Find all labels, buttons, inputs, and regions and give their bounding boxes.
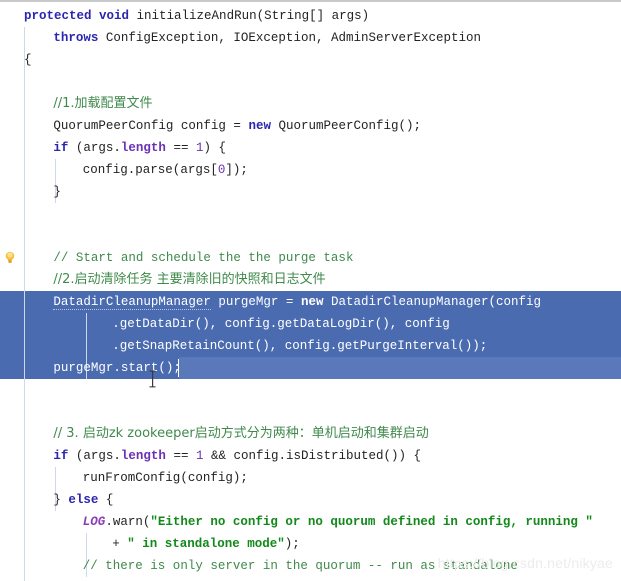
- code-token: .warn(: [105, 515, 151, 529]
- code-line[interactable]: throws ConfigException, IOException, Adm…: [0, 27, 621, 49]
- code-token: ConfigException, IOException, AdminServe…: [98, 31, 481, 45]
- code-line-text: protected void initializeAndRun(String[]…: [24, 5, 369, 27]
- code-token: ]);: [225, 163, 248, 177]
- code-line-text: QuorumPeerConfig config = new QuorumPeer…: [53, 115, 421, 137]
- code-token: // Start and schedule the the purge task: [53, 251, 354, 265]
- code-token: if: [53, 449, 69, 463]
- code-token: new: [300, 295, 324, 309]
- code-token: {: [98, 493, 114, 507]
- code-line[interactable]: [0, 379, 621, 401]
- code-token: purgeMgr.start();: [53, 361, 181, 375]
- code-line-text: if (args.length == 1) {: [53, 137, 226, 159]
- code-line-text: config.parse(args[0]);: [83, 159, 248, 181]
- code-line-text: runFromConfig(config);: [83, 467, 248, 489]
- code-line[interactable]: } else {: [0, 489, 621, 511]
- code-token: ==: [165, 449, 196, 463]
- code-token: initializeAndRun(String[] args): [129, 9, 370, 23]
- code-token: length: [120, 141, 166, 155]
- code-line[interactable]: if (args.length == 1) {: [0, 137, 621, 159]
- code-line-text: {: [24, 49, 32, 71]
- code-line-text: .getSnapRetainCount(), config.getPurgeIn…: [112, 335, 487, 357]
- text-ibeam-cursor: [149, 370, 156, 388]
- code-editor[interactable]: protected void initializeAndRun(String[]…: [0, 0, 621, 581]
- lightbulb-icon[interactable]: [4, 251, 16, 267]
- code-token: );: [284, 537, 300, 551]
- code-line-text: DatadirCleanupManager purgeMgr = new Dat…: [53, 291, 541, 313]
- code-token: void: [99, 9, 130, 23]
- code-token: .getDataDir(), config.getDataLogDir(), c…: [112, 317, 450, 331]
- code-line-text: if (args.length == 1 && config.isDistrib…: [53, 445, 421, 467]
- code-token: .getSnapRetainCount(), config.getPurgeIn…: [112, 339, 488, 353]
- code-line[interactable]: DatadirCleanupManager purgeMgr = new Dat…: [0, 291, 621, 313]
- code-token: "Either no config or no quorum defined i…: [150, 515, 593, 529]
- code-line[interactable]: {: [0, 49, 621, 71]
- code-token: {: [24, 53, 32, 67]
- code-token: new: [248, 119, 271, 133]
- code-line[interactable]: .getSnapRetainCount(), config.getPurgeIn…: [0, 335, 621, 357]
- code-line[interactable]: }: [0, 181, 621, 203]
- code-token: DatadirCleanupManager(config: [323, 295, 541, 309]
- code-line[interactable]: protected void initializeAndRun(String[]…: [0, 5, 621, 27]
- code-token: +: [112, 537, 128, 551]
- code-line[interactable]: // Start and schedule the the purge task: [0, 247, 621, 269]
- code-token: QuorumPeerConfig();: [270, 119, 421, 133]
- code-token: DatadirCleanupManager: [53, 295, 211, 310]
- code-line[interactable]: runFromConfig(config);: [0, 467, 621, 489]
- code-line-text: purgeMgr.start();: [53, 357, 181, 379]
- code-token: LOG: [82, 515, 106, 529]
- code-line-text: // 3. 启动zk zookeeper启动方式分为两种：单机启动和集群启动: [53, 423, 428, 445]
- code-line[interactable]: ZooKeeperServerMain.main(args);: [0, 577, 621, 581]
- code-token: //1.加载配置文件: [53, 96, 153, 111]
- code-token: " in standalone mode": [127, 537, 285, 551]
- code-line-text: LOG.warn("Either no config or no quorum …: [83, 511, 593, 533]
- code-line[interactable]: //2.启动清除任务 主要清除旧的快照和日志文件: [0, 269, 621, 291]
- code-token: }: [53, 185, 61, 199]
- code-token: // 3. 启动zk zookeeper启动方式分为两种：单机启动和集群启动: [53, 426, 429, 441]
- code-token: ==: [165, 141, 196, 155]
- code-line-text: + " in standalone mode");: [112, 533, 300, 555]
- code-line-text: //1.加载配置文件: [53, 93, 152, 115]
- code-line[interactable]: // 3. 启动zk zookeeper启动方式分为两种：单机启动和集群启动: [0, 423, 621, 445]
- code-line-text: .getDataDir(), config.getDataLogDir(), c…: [112, 313, 450, 335]
- code-line-text: }: [53, 181, 61, 203]
- code-line[interactable]: [0, 71, 621, 93]
- code-token: (args.: [68, 141, 121, 155]
- code-token: && config.isDistributed()) {: [203, 449, 422, 463]
- code-line[interactable]: //1.加载配置文件: [0, 93, 621, 115]
- code-token: }: [53, 493, 69, 507]
- code-line[interactable]: [0, 225, 621, 247]
- code-token: else: [68, 493, 99, 507]
- code-line-text: throws ConfigException, IOException, Adm…: [53, 27, 481, 49]
- code-line[interactable]: purgeMgr.start();: [0, 357, 621, 379]
- code-token: //2.启动清除任务 主要清除旧的快照和日志文件: [53, 272, 326, 287]
- code-line[interactable]: QuorumPeerConfig config = new QuorumPeer…: [0, 115, 621, 137]
- code-token: length: [120, 449, 166, 463]
- blog-watermark: https://blog.csdn.net/nikyae: [437, 555, 613, 571]
- code-token: if: [53, 141, 69, 155]
- code-token: ) {: [203, 141, 226, 155]
- code-line[interactable]: [0, 401, 621, 423]
- code-line-text: } else {: [53, 489, 113, 511]
- code-token: (args.: [68, 449, 121, 463]
- code-line[interactable]: .getDataDir(), config.getDataLogDir(), c…: [0, 313, 621, 335]
- code-token: QuorumPeerConfig config =: [53, 119, 249, 133]
- code-line[interactable]: + " in standalone mode");: [0, 533, 621, 555]
- code-line-text: //2.启动清除任务 主要清除旧的快照和日志文件: [53, 269, 325, 291]
- code-token: config.parse(args[: [82, 163, 218, 177]
- code-token: protected: [24, 9, 92, 23]
- code-line[interactable]: if (args.length == 1 && config.isDistrib…: [0, 445, 621, 467]
- code-line[interactable]: LOG.warn("Either no config or no quorum …: [0, 511, 621, 533]
- code-token: throws: [53, 31, 99, 45]
- code-area[interactable]: protected void initializeAndRun(String[]…: [0, 2, 621, 581]
- code-line[interactable]: config.parse(args[0]);: [0, 159, 621, 181]
- code-token: runFromConfig(config);: [82, 471, 248, 485]
- code-line-text: ZooKeeperServerMain.main(args);: [83, 577, 316, 581]
- code-line[interactable]: [0, 203, 621, 225]
- code-line-text: // Start and schedule the the purge task: [53, 247, 353, 269]
- code-token: purgeMgr =: [210, 295, 301, 309]
